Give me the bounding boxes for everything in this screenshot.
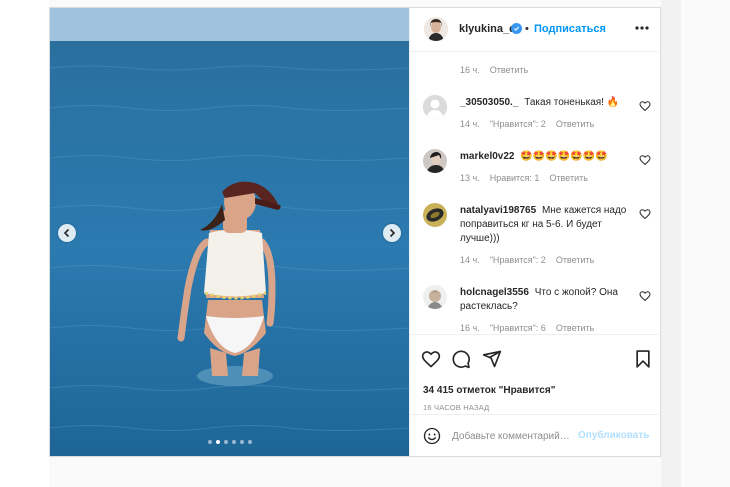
carousel-dot: [223, 440, 228, 444]
page-margin-left: [0, 0, 49, 487]
beach-photo: [50, 8, 409, 456]
comment-reply-button[interactable]: Ответить: [556, 119, 594, 129]
default-avatar-icon: [423, 95, 447, 119]
author-avatar[interactable]: [424, 17, 448, 41]
heart-icon[interactable]: [421, 349, 441, 369]
comment-likes[interactable]: "Нравится": 2: [490, 119, 546, 129]
commenter-avatar[interactable]: [423, 95, 447, 119]
post-card: klyukina_d • Подписаться 16 ч. Ответить _…: [49, 7, 661, 457]
comment-reply-button[interactable]: Ответить: [556, 255, 594, 265]
carousel-dot: [207, 440, 212, 444]
comment-like-heart-icon[interactable]: [639, 208, 651, 220]
comment-body: _30503050._ Такая тоненькая! 🔥: [460, 96, 635, 110]
carousel-dot: [239, 440, 244, 444]
share-icon[interactable]: [482, 349, 502, 369]
bookmark-icon[interactable]: [633, 349, 653, 369]
comment-likes[interactable]: "Нравится": 2: [490, 255, 546, 265]
comment-time: 14 ч.: [460, 255, 480, 265]
publish-button[interactable]: Опубликовать: [578, 430, 649, 441]
commenter-avatar[interactable]: [423, 149, 447, 173]
comment-reply-button[interactable]: Ответить: [549, 173, 587, 183]
more-icon[interactable]: [634, 22, 650, 34]
post-side-panel: klyukina_d • Подписаться 16 ч. Ответить _…: [409, 8, 661, 456]
post-photo[interactable]: [50, 8, 409, 456]
comment-like-heart-icon[interactable]: [639, 100, 651, 112]
add-comment-bar: Опубликовать: [410, 414, 661, 456]
comment-reply-button[interactable]: Ответить: [490, 65, 528, 75]
avatar-photo: [424, 17, 448, 41]
comment-reply-button[interactable]: Ответить: [556, 323, 594, 333]
commenter-username[interactable]: markel0v22: [460, 151, 515, 162]
verified-icon: [511, 23, 522, 34]
comment-input[interactable]: [452, 427, 580, 445]
comment-meta: 13 ч. Нравится: 1 Ответить: [460, 173, 598, 183]
post-actions: 34 415 отметок "Нравится" 16 ЧАСОВ НАЗАД: [410, 334, 661, 414]
comment-body: holcnagel3556 Что с жопой? Она растеклас…: [460, 286, 635, 314]
avatar-photo: [423, 149, 447, 173]
comment-likes[interactable]: "Нравится": 6: [490, 323, 546, 333]
post-header: klyukina_d • Подписаться: [410, 8, 661, 52]
comment-meta: 16 ч. Ответить: [460, 65, 538, 75]
follow-button[interactable]: Подписаться: [534, 23, 606, 35]
avatar-photo: [423, 203, 447, 227]
comment-meta: 14 ч. "Нравится": 2 Ответить: [460, 119, 604, 129]
chevron-left-icon: [63, 228, 70, 238]
comment-time: 13 ч.: [460, 173, 480, 183]
emoji-icon[interactable]: [423, 427, 441, 445]
commenter-username[interactable]: natalyavi198765: [460, 205, 536, 216]
likes-count[interactable]: 34 415 отметок "Нравится": [423, 385, 555, 396]
post-timestamp: 16 ЧАСОВ НАЗАД: [423, 403, 490, 412]
next-slide-button[interactable]: [383, 224, 401, 242]
chevron-right-icon: [389, 228, 396, 238]
carousel-dot: [247, 440, 252, 444]
comments-list[interactable]: 16 ч. Ответить _30503050._ Такая тоненька…: [410, 52, 661, 334]
header-separator: •: [525, 23, 529, 35]
commenter-avatar[interactable]: [423, 285, 447, 309]
comment-time: 14 ч.: [460, 119, 480, 129]
comment-like-heart-icon[interactable]: [639, 290, 651, 302]
carousel-indicator: [50, 440, 409, 444]
comment-text: Такая тоненькая! 🔥: [524, 97, 620, 108]
comment-meta: 14 ч. "Нравится": 2 Ответить: [460, 255, 604, 265]
page-margin-right: [661, 0, 681, 487]
commenter-username[interactable]: holcnagel3556: [460, 287, 529, 298]
commenter-username[interactable]: _30503050._: [460, 97, 518, 108]
avatar-photo: [423, 285, 447, 309]
carousel-dot-active: [215, 440, 220, 444]
previous-slide-button[interactable]: [58, 224, 76, 242]
comment-time: 16 ч.: [460, 323, 480, 333]
comment-time: 16 ч.: [460, 65, 480, 75]
comment-text: 🤩🤩🤩🤩🤩🤩🤩: [520, 151, 608, 162]
comment-icon[interactable]: [451, 349, 471, 369]
comment-like-heart-icon[interactable]: [639, 154, 651, 166]
comment-body: markel0v22 🤩🤩🤩🤩🤩🤩🤩: [460, 150, 635, 164]
comment-meta: 16 ч. "Нравится": 6 Ответить: [460, 323, 604, 333]
author-username[interactable]: klyukina_d: [459, 23, 516, 35]
carousel-dot: [231, 440, 236, 444]
comment-likes[interactable]: Нравится: 1: [490, 173, 540, 183]
comment-body: natalyavi198765 Мне кажется надо поправи…: [460, 204, 635, 246]
commenter-avatar[interactable]: [423, 203, 447, 227]
